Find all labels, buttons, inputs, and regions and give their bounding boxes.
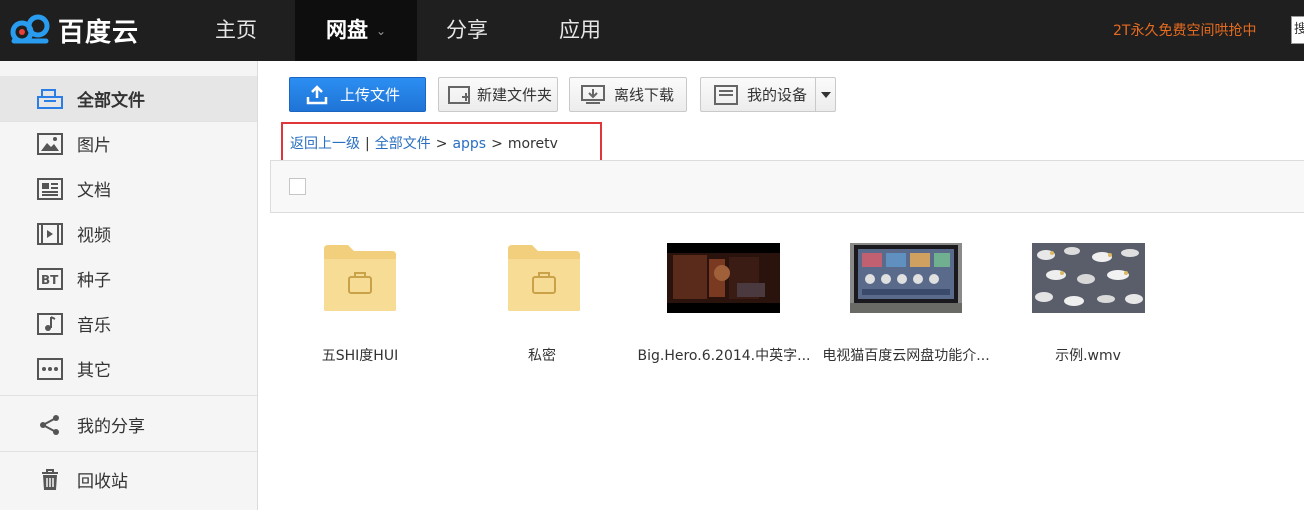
sidebar-item-my-share[interactable]: 我的分享	[0, 402, 257, 447]
breadcrumb-arrow: >	[491, 136, 503, 152]
nav-home-label: 主页	[215, 18, 257, 42]
file-item[interactable]: Big.Hero.6.2014.中英字...	[634, 243, 814, 373]
breadcrumb-root-link[interactable]: 全部文件	[375, 136, 431, 152]
upload-button[interactable]: 上传文件	[289, 77, 426, 112]
breadcrumb-back-link[interactable]: 返回上一级	[290, 136, 360, 152]
sidebar-item-label: 其它	[77, 361, 111, 381]
music-icon	[36, 312, 64, 336]
offline-download-button-label: 离线下载	[614, 86, 675, 104]
file-name[interactable]: 私密	[452, 345, 632, 365]
video-thumbnail	[1032, 243, 1145, 313]
breadcrumb-apps-link[interactable]: apps	[452, 136, 486, 152]
sidebar-item-label: 音乐	[77, 316, 111, 336]
chevron-down-icon[interactable]	[815, 78, 835, 111]
cloud-logo-icon	[8, 14, 54, 46]
promo-link[interactable]: 2T永久免费空间哄抢中	[1113, 20, 1256, 40]
divider	[0, 395, 257, 396]
search-input[interactable]: 搜	[1291, 16, 1304, 44]
all-files-icon	[36, 87, 64, 111]
upload-button-label: 上传文件	[340, 86, 401, 104]
sidebar-item-videos[interactable]: 视频	[0, 211, 257, 256]
upload-icon	[304, 84, 330, 106]
sidebar-item-music[interactable]: 音乐	[0, 301, 257, 346]
sidebar-item-label: 文档	[77, 181, 111, 201]
offline-download-icon	[580, 84, 606, 106]
my-devices-button[interactable]: 我的设备	[700, 77, 836, 112]
file-item[interactable]: 私密	[452, 243, 632, 373]
sidebar-item-recycle-bin[interactable]: 回收站	[0, 457, 257, 502]
sidebar: 全部文件 图片 文档 视频 BT 种子 音乐 其它 我的分享 回收站	[0, 61, 258, 510]
nav-apps-label: 应用	[559, 18, 601, 42]
new-folder-icon	[447, 84, 473, 106]
folder-icon	[322, 243, 398, 313]
breadcrumb-arrow: >	[435, 136, 448, 152]
document-icon	[36, 177, 64, 201]
top-nav-bar: 百度云 主页 网盘 ⌄ 分享 应用 2T永久免费空间哄抢中 搜	[0, 0, 1304, 61]
sidebar-item-torrents[interactable]: BT 种子	[0, 256, 257, 301]
video-thumbnail	[667, 243, 780, 313]
file-name[interactable]: 电视猫百度云网盘功能介...	[816, 345, 996, 365]
my-devices-button-label: 我的设备	[747, 86, 808, 104]
other-icon	[36, 357, 64, 381]
sidebar-item-other[interactable]: 其它	[0, 346, 257, 391]
sidebar-item-label: 我的分享	[77, 417, 145, 437]
sidebar-item-label: 回收站	[77, 472, 128, 492]
new-folder-button-label: 新建文件夹	[477, 86, 553, 104]
sidebar-item-pictures[interactable]: 图片	[0, 121, 257, 166]
video-thumbnail	[850, 243, 962, 313]
sidebar-item-label: 图片	[77, 136, 111, 156]
divider	[0, 451, 257, 452]
torrent-icon: BT	[36, 267, 64, 291]
new-folder-button[interactable]: 新建文件夹	[438, 77, 558, 112]
sidebar-item-label: 视频	[77, 226, 111, 246]
nav-netdisk[interactable]: 网盘 ⌄	[295, 0, 417, 61]
nav-share-label: 分享	[446, 18, 488, 42]
chevron-down-icon[interactable]: ⌄	[376, 1, 386, 62]
video-icon	[36, 222, 64, 246]
file-item[interactable]: 电视猫百度云网盘功能介...	[816, 243, 996, 373]
file-list-header	[270, 160, 1304, 213]
logo-text: 百度云	[58, 17, 140, 48]
baidu-cloud-logo[interactable]: 百度云	[8, 11, 139, 49]
device-icon	[713, 84, 739, 106]
breadcrumb-divider: |	[365, 136, 370, 152]
select-all-checkbox[interactable]	[289, 178, 306, 195]
share-icon	[36, 413, 64, 437]
file-name[interactable]: Big.Hero.6.2014.中英字...	[634, 345, 814, 365]
sidebar-item-label: 全部文件	[77, 91, 145, 111]
nav-netdisk-label: 网盘	[325, 18, 368, 42]
svg-text:BT: BT	[41, 273, 59, 287]
folder-icon	[506, 243, 582, 313]
nav-home[interactable]: 主页	[180, 0, 292, 61]
breadcrumb: 返回上一级 | 全部文件 > apps > moretv	[290, 133, 558, 153]
file-name[interactable]: 示例.wmv	[998, 345, 1178, 365]
trash-icon	[36, 468, 64, 492]
sidebar-item-label: 种子	[77, 271, 111, 291]
nav-apps[interactable]: 应用	[534, 0, 626, 61]
breadcrumb-current: moretv	[507, 136, 558, 152]
nav-share[interactable]: 分享	[420, 0, 514, 61]
sidebar-item-documents[interactable]: 文档	[0, 166, 257, 211]
offline-download-button[interactable]: 离线下载	[569, 77, 687, 112]
file-item[interactable]: 示例.wmv	[998, 243, 1178, 373]
sidebar-item-all-files[interactable]: 全部文件	[0, 76, 257, 121]
file-item[interactable]: 五SHI度HUI	[270, 243, 450, 373]
file-name[interactable]: 五SHI度HUI	[270, 345, 450, 365]
picture-icon	[36, 132, 64, 156]
